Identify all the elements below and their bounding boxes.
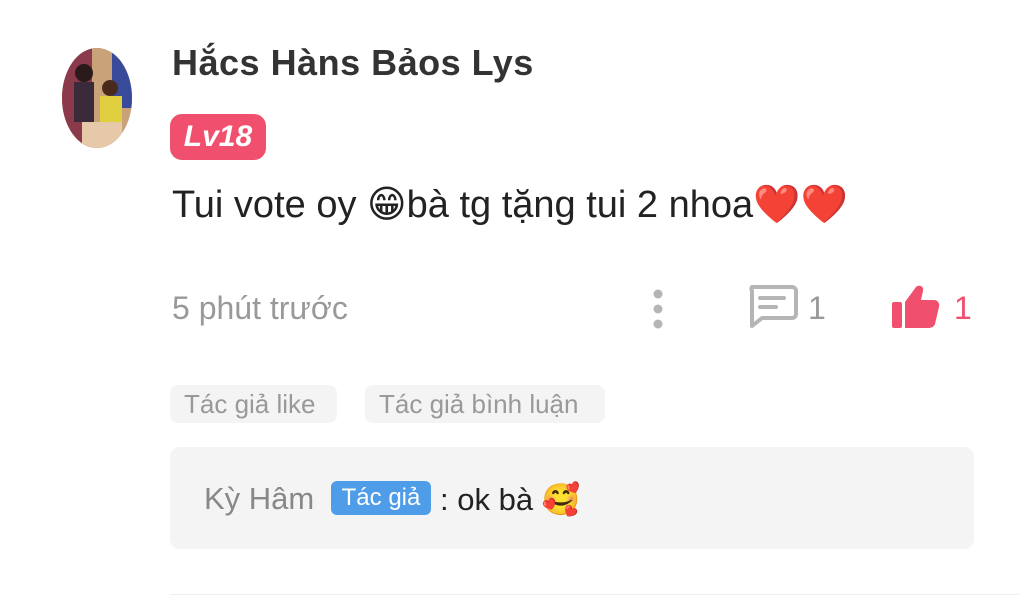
comment-item: Hắcs Hàns Bảos Lys Lv18 Tui vote oy 😁bà … [0,0,1019,600]
comment-text: Tui vote oy 😁bà tg tặng tui 2 nhoa❤️❤️ [172,184,848,226]
level-badge: Lv18 [170,114,266,160]
avatar-photo [62,48,132,148]
like-count: 1 [954,290,972,326]
comment-bubble-icon[interactable] [746,284,798,328]
reply-author-name[interactable]: Kỳ Hâm [204,481,314,517]
reply-count: 1 [808,290,826,326]
thumbs-up-icon[interactable] [890,284,940,330]
timestamp: 5 phút trước [172,290,348,326]
author-badge: Tác giả [331,481,431,515]
reply-box[interactable]: Kỳ Hâm Tác giả : ok bà 🥰 [170,447,974,549]
avatar[interactable] [62,48,132,148]
reply-text: : ok bà 🥰 [440,482,581,517]
tag-author-replied: Tác giả bình luận [365,385,605,423]
more-vertical-icon[interactable] [646,288,670,330]
divider [170,594,1019,595]
username[interactable]: Hắcs Hàns Bảos Lys [172,42,534,84]
tag-author-liked: Tác giả like [170,385,337,423]
